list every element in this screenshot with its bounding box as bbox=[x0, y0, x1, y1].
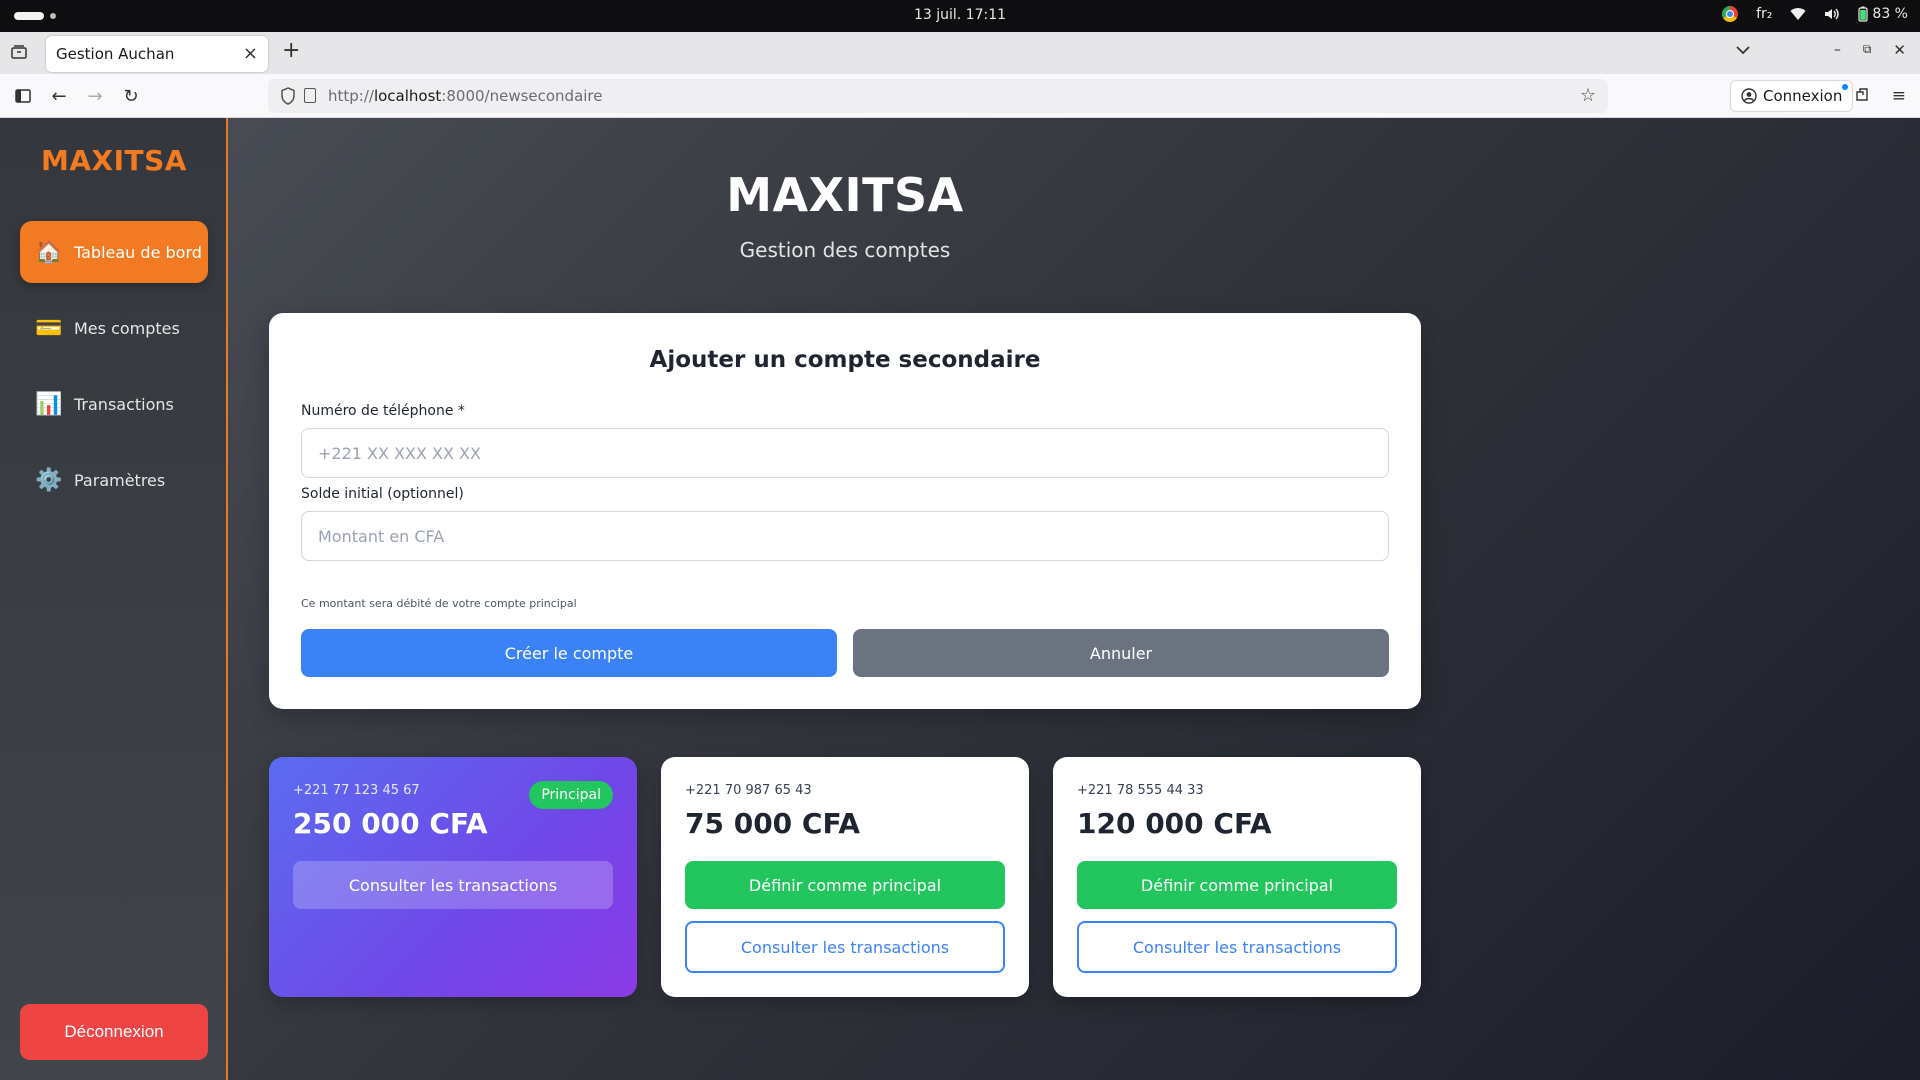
close-window-icon[interactable]: ✕ bbox=[1893, 41, 1906, 59]
phone-label: Numéro de téléphone * bbox=[301, 403, 465, 419]
reload-icon[interactable]: ↻ bbox=[120, 85, 142, 107]
account-card-secondary: +221 70 987 65 43 75 000 CFA Définir com… bbox=[661, 757, 1029, 997]
sidebar-item-transactions[interactable]: 📊 Transactions bbox=[20, 373, 208, 435]
notification-dot bbox=[1842, 84, 1849, 90]
cancel-button[interactable]: Annuler bbox=[853, 629, 1389, 677]
set-primary-button[interactable]: Définir comme principal bbox=[685, 861, 1005, 909]
balance-input[interactable] bbox=[301, 511, 1389, 561]
address-bar[interactable]: http://localhost:8000/newsecondaire ☆ bbox=[268, 79, 1608, 113]
account-balance: 250 000 CFA bbox=[293, 807, 488, 840]
browser-nav-bar: ← → ↻ http://localhost:8000/newsecondair… bbox=[0, 74, 1920, 118]
account-phone: +221 78 555 44 33 bbox=[1077, 783, 1204, 798]
volume-icon bbox=[1824, 6, 1840, 22]
window-controls: – ⧉ ✕ bbox=[1736, 40, 1906, 59]
page-subtitle: Gestion des comptes bbox=[739, 238, 951, 262]
page-info-icon[interactable] bbox=[304, 88, 316, 103]
back-arrow-icon[interactable]: ← bbox=[48, 85, 70, 107]
phone-input[interactable] bbox=[301, 428, 1389, 478]
bookmark-star-icon[interactable]: ☆ bbox=[1580, 85, 1596, 106]
minimize-icon[interactable]: – bbox=[1834, 42, 1841, 58]
account-balance: 75 000 CFA bbox=[685, 807, 861, 840]
consult-transactions-button[interactable]: Consulter les transactions bbox=[1077, 921, 1397, 973]
balance-label: Solde initial (optionnel) bbox=[301, 486, 464, 502]
tab-title: Gestion Auchan bbox=[56, 45, 175, 63]
sidebar-item-dashboard[interactable]: 🏠 Tableau de bord bbox=[20, 221, 208, 283]
os-status-area[interactable]: fr₂ 83 % bbox=[1722, 6, 1908, 22]
home-icon: 🏠 bbox=[35, 239, 63, 265]
set-primary-button[interactable]: Définir comme principal bbox=[1077, 861, 1397, 909]
page-title: MAXITSA bbox=[726, 168, 964, 222]
battery-percent: 83 % bbox=[1872, 6, 1908, 22]
signin-label: Connexion bbox=[1763, 87, 1843, 105]
account-phone: +221 70 987 65 43 bbox=[685, 783, 812, 798]
forward-arrow-icon[interactable]: → bbox=[84, 85, 106, 107]
add-secondary-account-form: Ajouter un compte secondaire Numéro de t… bbox=[269, 313, 1421, 709]
gear-icon: ⚙️ bbox=[35, 467, 63, 493]
sidebar-item-label: Mes comptes bbox=[74, 318, 180, 338]
account-phone: +221 77 123 45 67 bbox=[293, 783, 420, 798]
create-account-button[interactable]: Créer le compte bbox=[301, 629, 837, 677]
tab-overview-icon[interactable] bbox=[10, 44, 28, 60]
nav-right-tools: ≡ bbox=[1854, 86, 1906, 107]
url-text[interactable]: http://localhost:8000/newsecondaire bbox=[328, 87, 603, 105]
credit-card-icon: 💳 bbox=[35, 315, 63, 341]
sidebar-item-label: Transactions bbox=[74, 394, 174, 414]
browser-tab-active[interactable]: Gestion Auchan × bbox=[46, 36, 268, 72]
keyboard-layout[interactable]: fr₂ bbox=[1756, 6, 1772, 22]
restore-icon[interactable]: ⧉ bbox=[1863, 42, 1872, 57]
consult-transactions-button[interactable]: Consulter les transactions bbox=[685, 921, 1005, 973]
consult-transactions-button[interactable]: Consulter les transactions bbox=[293, 861, 613, 909]
browser-tab-bar: Gestion Auchan × + – ⧉ ✕ bbox=[0, 32, 1920, 74]
sidebar-brand[interactable]: MAXITSA bbox=[0, 144, 228, 177]
chrome-icon[interactable] bbox=[1722, 6, 1739, 22]
sidebar-item-label: Tableau de bord bbox=[74, 242, 202, 262]
close-tab-icon[interactable]: × bbox=[243, 43, 258, 64]
new-tab-icon[interactable]: + bbox=[282, 38, 300, 63]
account-icon bbox=[1741, 88, 1757, 104]
menu-icon[interactable]: ≡ bbox=[1892, 86, 1906, 107]
extensions-icon[interactable] bbox=[1854, 86, 1870, 107]
sidebar-item-label: Paramètres bbox=[74, 470, 166, 490]
balance-hint: Ce montant sera débité de votre compte p… bbox=[301, 597, 577, 610]
account-card-primary: +221 77 123 45 67 Principal 250 000 CFA … bbox=[269, 757, 637, 997]
chevron-down-icon[interactable] bbox=[1736, 40, 1750, 59]
app-viewport: MAXITSA 🏠 Tableau de bord 💳 Mes comptes … bbox=[0, 118, 1920, 1080]
sidebar: MAXITSA 🏠 Tableau de bord 💳 Mes comptes … bbox=[0, 118, 228, 1080]
logout-button[interactable]: Déconnexion bbox=[20, 1004, 208, 1060]
battery-icon bbox=[1858, 6, 1869, 22]
sidebar-item-settings[interactable]: ⚙️ Paramètres bbox=[20, 449, 208, 511]
form-title: Ajouter un compte secondaire bbox=[649, 347, 1041, 373]
sidebar-toggle-icon[interactable] bbox=[12, 85, 34, 107]
bar-chart-icon: 📊 bbox=[35, 391, 63, 417]
battery-status: 83 % bbox=[1858, 6, 1908, 22]
account-balance: 120 000 CFA bbox=[1077, 807, 1272, 840]
sidebar-item-accounts[interactable]: 💳 Mes comptes bbox=[20, 297, 208, 359]
primary-badge: Principal bbox=[529, 781, 613, 809]
account-card-secondary: +221 78 555 44 33 120 000 CFA Définir co… bbox=[1053, 757, 1421, 997]
os-top-bar: 13 juil. 17:11 fr₂ 83 % bbox=[0, 0, 1920, 32]
os-clock[interactable]: 13 juil. 17:11 bbox=[0, 7, 1920, 23]
wifi-icon bbox=[1790, 6, 1806, 22]
signin-button[interactable]: Connexion bbox=[1730, 80, 1854, 112]
shield-icon[interactable] bbox=[280, 87, 296, 105]
